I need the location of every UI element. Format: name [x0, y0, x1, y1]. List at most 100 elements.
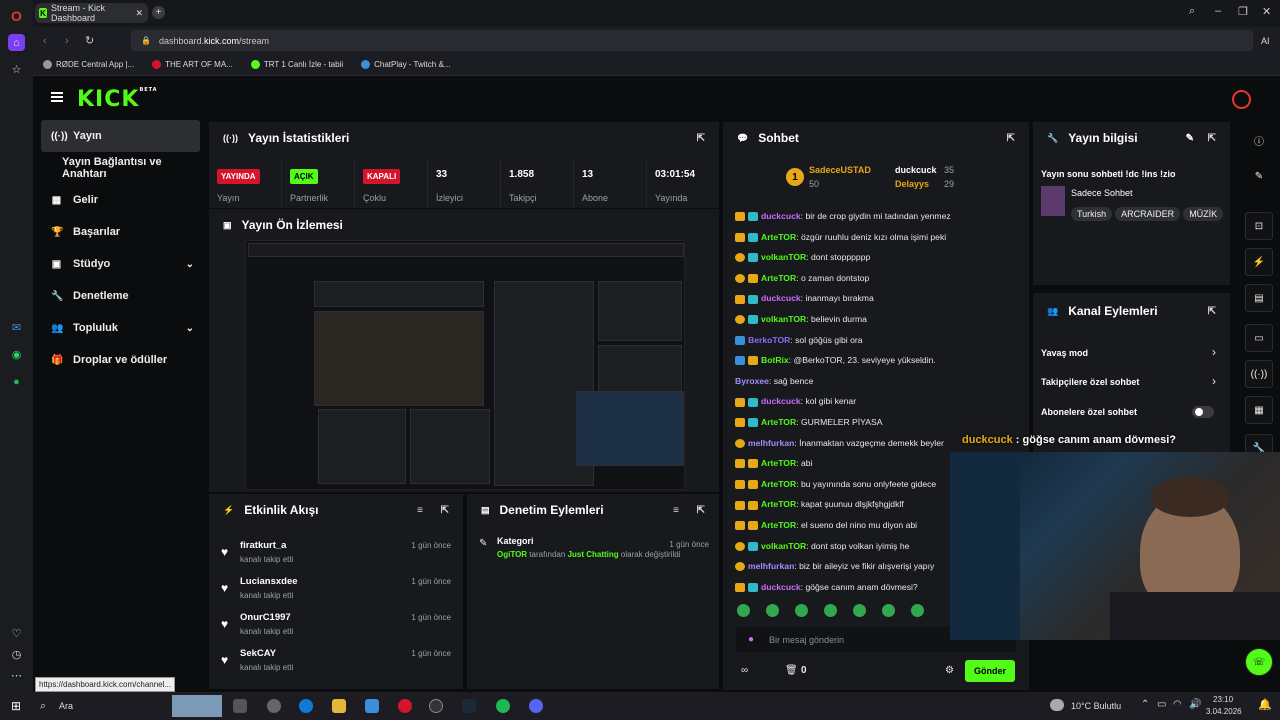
kick-logo[interactable]: KICKBETA	[77, 87, 158, 112]
windows-start-icon[interactable]: ⊞	[11, 699, 21, 713]
filter-icon[interactable]: ≡	[673, 505, 679, 516]
emote-icon[interactable]	[853, 604, 866, 617]
chat-username[interactable]: ArteTOR	[761, 499, 796, 509]
chat-username[interactable]: ArteTOR	[761, 273, 796, 283]
lightning-icon[interactable]: ⚡	[1245, 248, 1273, 276]
volume-icon[interactable]: 🔊	[1189, 699, 1201, 710]
send-button[interactable]: Gönder	[965, 660, 1015, 682]
chat-username[interactable]: ArteTOR	[761, 417, 796, 427]
sidebar-item-denetleme[interactable]: 🔧 Denetleme	[33, 280, 208, 312]
broadcast-icon[interactable]: ((·))	[1245, 360, 1273, 388]
sidebar-item-yayin[interactable]: ((·)) Yayın	[41, 120, 200, 152]
emote-icon[interactable]	[882, 604, 895, 617]
chat-username[interactable]: ArteTOR	[761, 458, 796, 468]
slow-mode-row[interactable]: Yavaş mod	[1041, 348, 1088, 358]
chat-username[interactable]: volkanTOR	[761, 541, 806, 551]
menu-icon[interactable]	[51, 92, 63, 102]
info-icon[interactable]: ⓘ	[1245, 126, 1273, 154]
star-icon[interactable]: ☆	[8, 61, 25, 78]
wifi-icon[interactable]: ◠	[1173, 699, 1182, 710]
gear-icon[interactable]: ⚙	[945, 665, 954, 676]
chat-username[interactable]: duckcuck	[761, 293, 801, 303]
emote-icon[interactable]	[766, 604, 779, 617]
user-avatar[interactable]	[1232, 90, 1251, 109]
chat-username[interactable]: ArteTOR	[761, 520, 796, 530]
sidebar-item-droplar[interactable]: 🎁 Droplar ve ödüller	[33, 344, 208, 376]
new-tab-button[interactable]: +	[152, 6, 165, 19]
mic-icon[interactable]: ●	[748, 634, 754, 645]
chat-username[interactable]: BotRix	[761, 355, 789, 365]
search-tabs-icon[interactable]: ⌕	[1189, 5, 1195, 18]
edit-icon[interactable]: ✎	[1245, 162, 1273, 190]
chat-username[interactable]: ArteTOR	[761, 479, 796, 489]
spotify-icon[interactable]: ●	[8, 373, 25, 390]
expand-icon[interactable]: ⇱	[697, 505, 705, 516]
emote-icon[interactable]	[795, 604, 808, 617]
document-icon[interactable]: ▤	[1245, 284, 1273, 312]
messenger-icon[interactable]: ✉	[8, 319, 25, 336]
minimize-icon[interactable]: –	[1215, 5, 1221, 17]
subscribers-only-toggle[interactable]	[1192, 406, 1214, 418]
chat-username[interactable]: duckcuck	[761, 396, 801, 406]
filter-icon[interactable]: ≡	[417, 505, 423, 516]
history-icon[interactable]: ◷	[8, 646, 25, 663]
edge-icon[interactable]	[299, 699, 313, 713]
heart-icon[interactable]: ♡	[8, 625, 25, 642]
url-field[interactable]: 🔒 dashboard. kick.com/stream	[131, 30, 1253, 51]
sidebar-item-basarilar[interactable]: 🏆 Başarılar	[33, 216, 208, 248]
discord-icon[interactable]	[529, 699, 543, 713]
followers-only-row[interactable]: Takipçilere özel sohbet	[1041, 377, 1139, 387]
back-icon[interactable]: ‹	[43, 35, 47, 47]
bookmark-item[interactable]: THE ART OF MA...	[152, 60, 233, 70]
home-icon[interactable]: ⌂	[8, 34, 25, 51]
close-tab-icon[interactable]: ✕	[135, 8, 143, 19]
outlook-icon[interactable]	[365, 699, 379, 713]
close-window-icon[interactable]: ✕	[1262, 5, 1271, 18]
support-icon[interactable]: ☏	[1245, 648, 1273, 676]
search-icon[interactable]: ⌕	[40, 700, 46, 713]
maximize-icon[interactable]: ❐	[1238, 5, 1248, 18]
notification-icon[interactable]: 🔔	[1258, 698, 1272, 711]
copilot-icon[interactable]	[267, 699, 281, 713]
expand-icon[interactable]: ⇱	[697, 133, 705, 144]
bookmark-item[interactable]: ChatPlay - Twitch &...	[361, 60, 450, 70]
chat-username[interactable]: duckcuck	[761, 211, 801, 221]
whatsapp-icon[interactable]: ◉	[8, 346, 25, 363]
chat-username[interactable]: Byroxee	[735, 376, 769, 386]
spotify-icon[interactable]	[496, 699, 510, 713]
sidebar-item-topluluk[interactable]: 👥 Topluluk ⌄	[33, 312, 208, 344]
chat-username[interactable]: melhfurkan	[748, 561, 794, 571]
sidebar-item-gelir[interactable]: ▦ Gelir	[33, 184, 208, 216]
opera-logo-icon[interactable]: O	[8, 7, 25, 24]
chat-username[interactable]: BerkoTOR	[748, 335, 790, 345]
capture-icon[interactable]: ⊡	[1245, 212, 1273, 240]
opera-icon[interactable]	[398, 699, 412, 713]
emote-icon[interactable]	[824, 604, 837, 617]
ai-button[interactable]: AI	[1261, 36, 1270, 46]
steam-icon[interactable]	[462, 699, 476, 713]
tray-chevron-icon[interactable]: ⌃	[1141, 699, 1149, 710]
expand-icon[interactable]: ⇱	[1208, 306, 1216, 317]
taskview-icon[interactable]	[233, 699, 247, 713]
emote-icon[interactable]	[737, 604, 750, 617]
more-icon[interactable]: ⋯	[8, 667, 25, 684]
sidebar-item-studyo[interactable]: ▣ Stüdyo ⌄	[33, 248, 208, 280]
chat-username[interactable]: melhfurkan	[748, 438, 794, 448]
chat-username[interactable]: volkanTOR	[761, 252, 806, 262]
reload-icon[interactable]: ↻	[85, 34, 94, 47]
chat-username[interactable]: ArteTOR	[761, 232, 796, 242]
expand-icon[interactable]: ⇱	[1208, 133, 1216, 144]
network-icon[interactable]: ▭	[1157, 699, 1166, 710]
expand-icon[interactable]: ⇱	[1007, 133, 1015, 144]
emote-icon[interactable]	[911, 604, 924, 617]
forward-icon[interactable]: ›	[65, 35, 69, 47]
folder-icon[interactable]	[332, 699, 346, 713]
browser-tab[interactable]: K Stream - Kick Dashboard ✕	[35, 3, 148, 23]
edit-icon[interactable]: ✎	[1186, 133, 1194, 144]
bookmark-item[interactable]: TRT 1 Canlı İzle - tabii	[250, 60, 343, 70]
chat-username[interactable]: volkanTOR	[761, 314, 806, 324]
expand-icon[interactable]: ⇱	[441, 505, 449, 516]
chat-settings-icon[interactable]: ∞	[741, 665, 748, 676]
bookmark-item[interactable]: RØDE Central App |...	[43, 60, 134, 70]
chat-icon[interactable]: ▭	[1245, 324, 1273, 352]
